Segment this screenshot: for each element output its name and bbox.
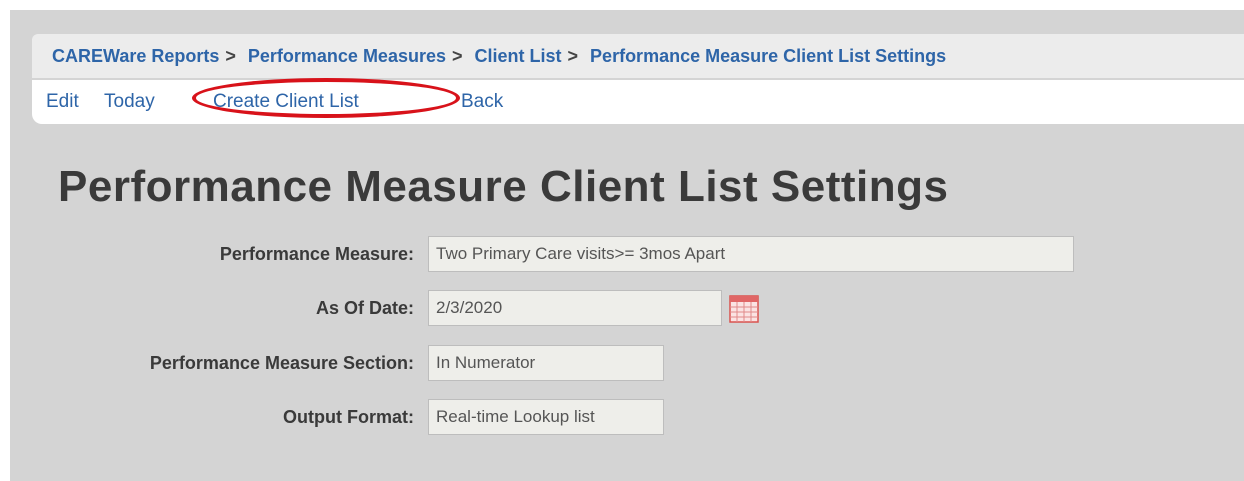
breadcrumb-performance-measures[interactable]: Performance Measures: [248, 46, 446, 67]
output-format-label: Output Format:: [283, 407, 414, 427]
breadcrumb-client-list[interactable]: Client List: [475, 46, 562, 67]
output-format-row: Output Format:: [10, 399, 1244, 437]
performance-measure-label: Performance Measure:: [219, 244, 414, 264]
performance-measure-section-row: Performance Measure Section:: [10, 345, 1244, 383]
edit-link[interactable]: Edit: [46, 91, 79, 113]
page-title: Performance Measure Client List Settings: [58, 162, 949, 211]
calendar-icon[interactable]: [728, 294, 760, 324]
performance-measure-section-field[interactable]: [428, 345, 664, 381]
breadcrumb-separator: >: [452, 45, 463, 66]
performance-measure-section-label: Performance Measure Section:: [149, 353, 414, 373]
page-content: CAREWare Reports > Performance Measures …: [10, 10, 1244, 481]
output-format-field[interactable]: [428, 399, 664, 435]
today-link[interactable]: Today: [104, 91, 155, 113]
as-of-date-row: As Of Date:: [10, 290, 1244, 328]
breadcrumb-pm-client-list-settings[interactable]: Performance Measure Client List Settings: [590, 46, 946, 67]
breadcrumb-careware-reports[interactable]: CAREWare Reports: [52, 46, 219, 67]
as-of-date-field[interactable]: [428, 290, 722, 326]
performance-measure-row: Performance Measure:: [10, 236, 1244, 274]
as-of-date-label: As Of Date:: [315, 298, 414, 318]
breadcrumb: CAREWare Reports > Performance Measures …: [32, 34, 1244, 78]
toolbar: Edit Today Create Client List Back: [32, 78, 1244, 124]
breadcrumb-separator: >: [567, 45, 579, 66]
back-link[interactable]: Back: [461, 91, 503, 113]
create-client-list-link[interactable]: Create Client List: [213, 91, 359, 113]
performance-measure-field[interactable]: [428, 236, 1074, 272]
breadcrumb-separator: >: [225, 45, 236, 66]
